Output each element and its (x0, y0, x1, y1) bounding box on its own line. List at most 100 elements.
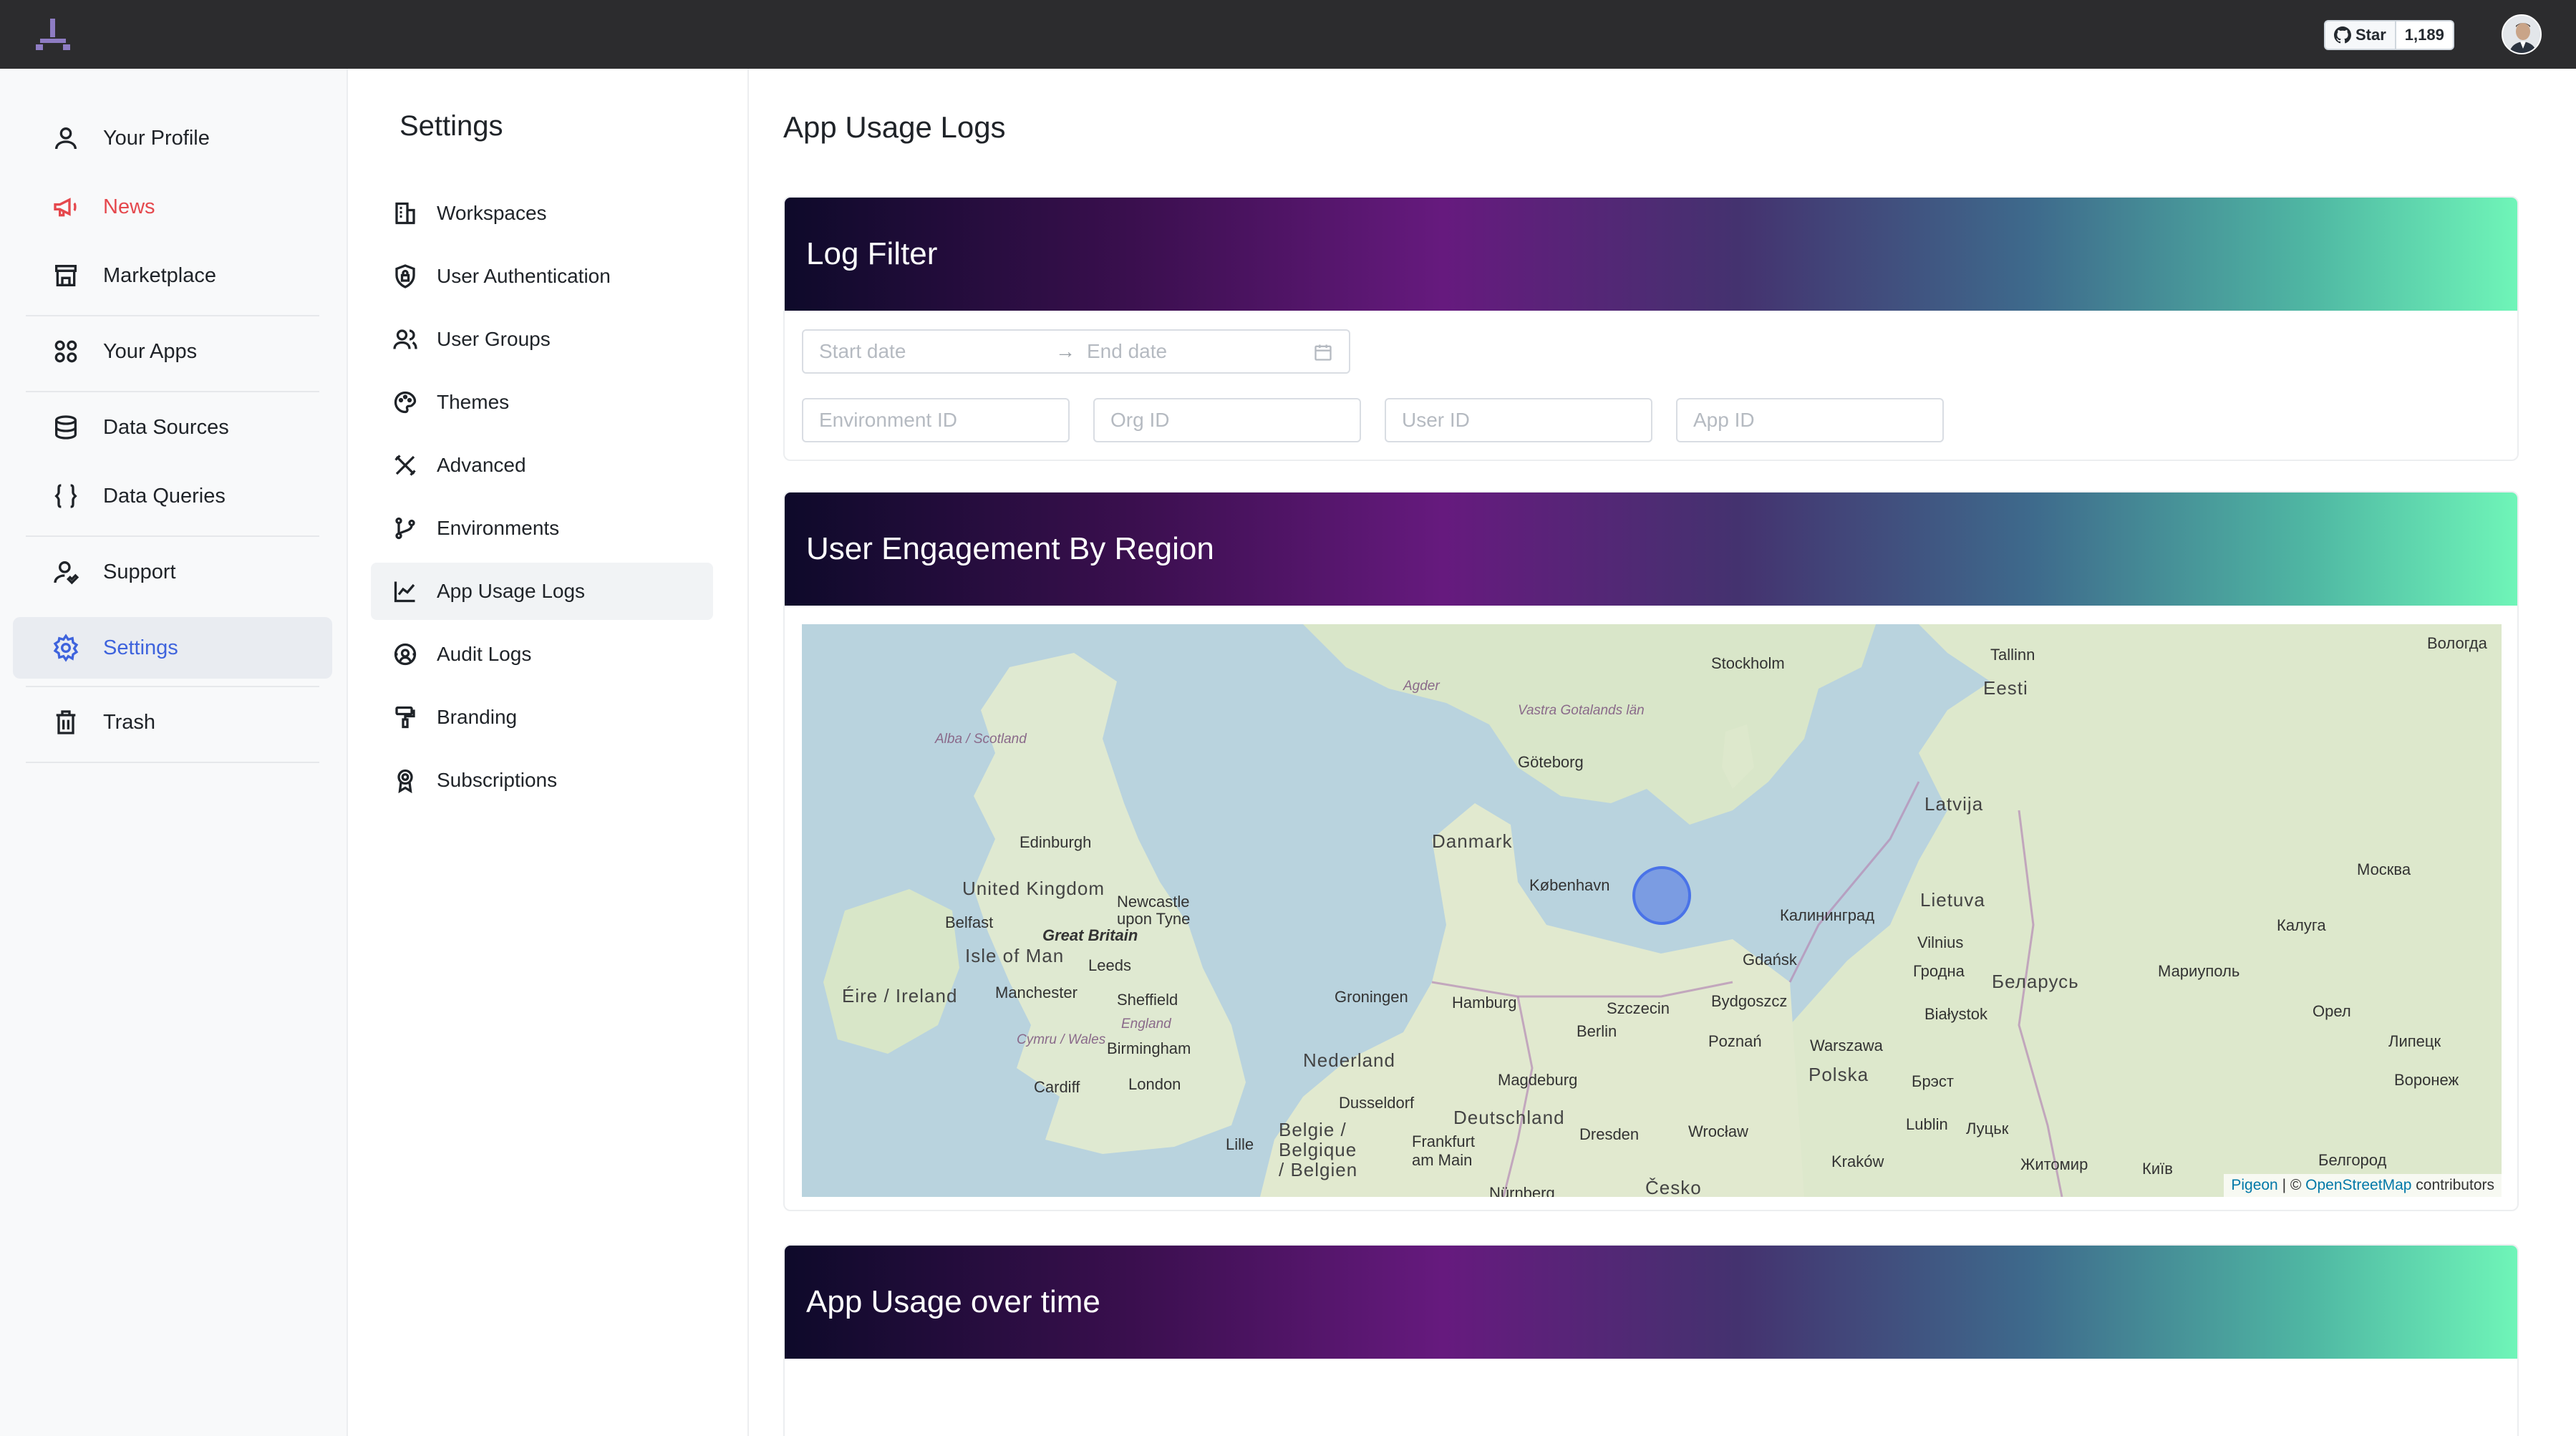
map-label: Great Britain (1042, 926, 1138, 944)
date-range-picker[interactable]: Start date → End date (802, 329, 1350, 374)
map-label: Липецк (2388, 1032, 2441, 1050)
map-label: Belfast (945, 913, 994, 931)
usage-over-time-card: App Usage over time (783, 1244, 2519, 1436)
settings-item-label: App Usage Logs (437, 580, 586, 602)
map-label: Belgie / Belgique / Belgien (1279, 1119, 1358, 1180)
settings-item-label: Branding (437, 706, 518, 728)
settings-item-audit-logs[interactable]: Audit Logs (371, 626, 713, 683)
sidebar-item-trash[interactable]: Trash (13, 692, 332, 753)
map-label: Birmingham (1107, 1039, 1191, 1057)
map-label: Frankfurt am Main (1412, 1132, 1476, 1169)
map-label: Гродна (1913, 962, 1965, 980)
settings-item-label: Advanced (437, 454, 526, 476)
avatar[interactable] (2502, 14, 2542, 54)
map-label: Dusseldorf (1339, 1094, 1415, 1112)
settings-item-advanced[interactable]: Advanced (371, 437, 713, 494)
settings-item-app-usage-logs[interactable]: App Usage Logs (371, 563, 713, 620)
settings-item-workspaces[interactable]: Workspaces (371, 185, 713, 242)
settings-item-subscriptions[interactable]: Subscriptions (371, 752, 713, 809)
log-filter-header: Log Filter (785, 198, 2517, 311)
map-label: Вологда (2427, 634, 2487, 652)
engagement-header: User Engagement By Region (785, 493, 2517, 606)
sidebar-item-settings[interactable]: Settings (13, 617, 332, 679)
environment-id-input[interactable] (802, 398, 1070, 442)
sidebar-item-data-sources[interactable]: Data Sources (13, 397, 332, 458)
map-label: Мариуполь (2158, 962, 2240, 980)
map-label: Житомир (2020, 1155, 2088, 1173)
map-label: Калуга (2277, 916, 2326, 934)
database-icon (50, 412, 82, 443)
apps-grid-icon (50, 336, 82, 367)
settings-item-label: Themes (437, 391, 510, 413)
github-star-count: 1,189 (2396, 21, 2453, 49)
app-id-input[interactable] (1676, 398, 1944, 442)
sidebar-item-your-apps[interactable]: Your Apps (13, 321, 332, 382)
settings-item-user-authentication[interactable]: User Authentication (371, 248, 713, 305)
map-label: Wrocław (1688, 1122, 1748, 1140)
gear-icon (50, 632, 82, 664)
tools-icon (391, 451, 420, 480)
map-label: Deutschland (1453, 1107, 1565, 1128)
usage-over-time-header: App Usage over time (785, 1246, 2517, 1359)
settings-sidebar: Settings Workspaces User Authentication … (348, 69, 749, 1436)
settings-title: Settings (400, 110, 503, 142)
sidebar-item-support[interactable]: Support (13, 541, 332, 603)
github-star-button[interactable]: Star 1,189 (2324, 20, 2454, 50)
sidebar-item-label: Trash (103, 710, 156, 734)
map-label: Белгород (2318, 1151, 2387, 1169)
map-label: Polska (1808, 1064, 1869, 1085)
org-id-input[interactable] (1093, 398, 1361, 442)
app-logo-icon[interactable] (36, 19, 70, 50)
sidebar-item-label: Data Queries (103, 484, 226, 508)
map-label: Isle of Man (965, 945, 1065, 966)
settings-item-branding[interactable]: Branding (371, 689, 713, 746)
map-label: Göteborg (1518, 753, 1584, 771)
map-label: Danmark (1432, 830, 1513, 852)
megaphone-icon (50, 191, 82, 223)
end-date-input[interactable]: End date (1087, 340, 1167, 363)
sidebar-item-news[interactable]: News (13, 176, 332, 238)
map-label: København (1529, 876, 1610, 894)
calendar-icon[interactable] (1313, 342, 1333, 362)
attribution-suffix: contributors (2411, 1177, 2494, 1193)
sidebar-divider (26, 535, 319, 537)
map-attribution: Pigeon | © OpenStreetMap contributors (2224, 1174, 2502, 1197)
settings-item-themes[interactable]: Themes (371, 374, 713, 431)
paint-roller-icon (391, 703, 420, 732)
git-branch-icon (391, 514, 420, 543)
sidebar-item-label: Settings (103, 636, 178, 659)
map-label: Lublin (1906, 1115, 1948, 1133)
attribution-separator: | © (2277, 1177, 2306, 1193)
map-label: Warszawa (1810, 1037, 1883, 1054)
map-label: United Kingdom (962, 878, 1105, 899)
map-label: Bydgoszcz (1711, 992, 1788, 1010)
map-label: Latvija (1924, 793, 1984, 815)
map-label: Kraków (1831, 1153, 1884, 1170)
map-region-marker[interactable] (1632, 866, 1691, 925)
map-label: Szczecin (1607, 999, 1670, 1017)
map-label: Cardiff (1034, 1078, 1080, 1096)
map-label: Луцьк (1966, 1120, 2009, 1137)
user-id-input[interactable] (1385, 398, 1652, 442)
map-label: Poznań (1708, 1032, 1762, 1050)
sidebar-item-data-queries[interactable]: Data Queries (13, 465, 332, 527)
settings-item-label: User Groups (437, 328, 551, 350)
sidebar-item-marketplace[interactable]: Marketplace (13, 245, 332, 306)
settings-item-environments[interactable]: Environments (371, 500, 713, 557)
badge-icon (391, 766, 420, 795)
openstreetmap-link[interactable]: OpenStreetMap (2305, 1177, 2411, 1193)
region-map[interactable]: Stockholm Tallinn Eesti Вологда Agder Va… (802, 624, 2502, 1197)
log-filter-card: Log Filter Start date → End date (783, 196, 2519, 461)
settings-item-label: Audit Logs (437, 643, 532, 665)
top-bar: Star 1,189 (0, 0, 2576, 69)
map-label: Lille (1226, 1135, 1254, 1153)
settings-item-label: User Authentication (437, 265, 611, 287)
sidebar-item-label: Data Sources (103, 415, 229, 439)
map-label: Białystok (1924, 1005, 1988, 1023)
sidebar-item-your-profile[interactable]: Your Profile (13, 107, 332, 169)
start-date-input[interactable]: Start date (819, 340, 906, 363)
settings-item-label: Subscriptions (437, 769, 558, 791)
map-label: Беларусь (1992, 971, 2079, 992)
pigeon-link[interactable]: Pigeon (2231, 1177, 2277, 1193)
settings-item-user-groups[interactable]: User Groups (371, 311, 713, 368)
